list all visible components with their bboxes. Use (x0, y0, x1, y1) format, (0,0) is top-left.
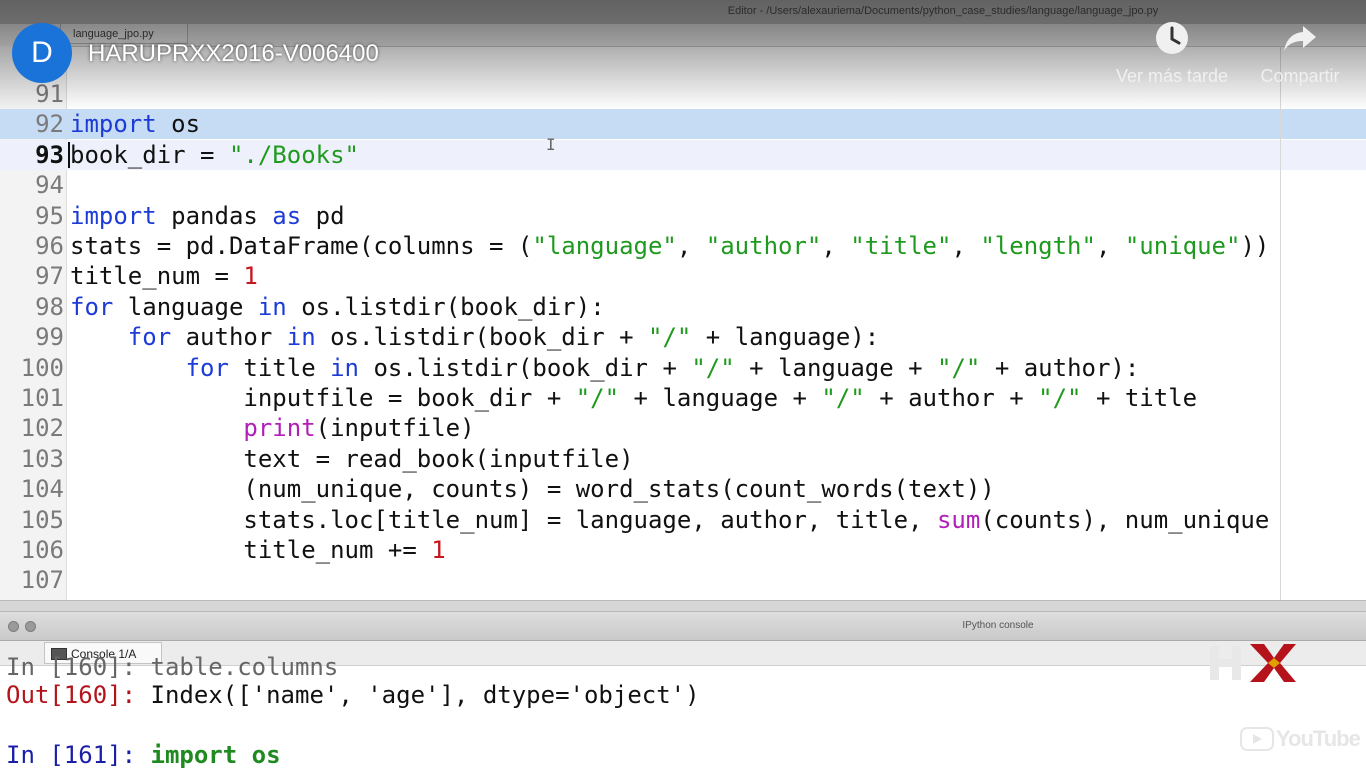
code-line[interactable]: 96 stats = pd.DataFrame(columns = ("langu… (0, 231, 1366, 261)
line-number: 96 (35, 232, 64, 260)
out-text: Index(['name', 'age'], dtype='object') (136, 681, 700, 709)
console-input-line[interactable]: In [161]: import os (6, 740, 281, 768)
watch-later-label: Ver más tarde (1115, 66, 1229, 86)
code-line[interactable]: 93 book_dir = "./Books" (0, 139, 1366, 170)
console-window-title: IPython console (962, 620, 1034, 631)
line-number: 100 (20, 353, 64, 382)
console-output-line: Out[160]: Index(['name', 'age'], dtype='… (6, 680, 700, 710)
line-code[interactable]: title_num = 1 (70, 261, 258, 291)
share-arrow-icon (1284, 26, 1316, 51)
code-line[interactable]: 101 inputfile = book_dir + "/" + languag… (0, 383, 1366, 413)
code-line[interactable]: 107 (0, 565, 1366, 595)
pane-splitter[interactable] (0, 600, 1366, 612)
editor-window-title: Editor - /Users/alexauriema/Documents/py… (727, 5, 1159, 17)
text-caret (68, 142, 70, 168)
code-line[interactable]: 106 title_num += 1 (0, 535, 1366, 565)
line-code[interactable]: stats.loc[title_num] = language, author,… (70, 505, 1269, 535)
code-line[interactable]: 97 title_num = 1 (0, 261, 1366, 291)
line-code[interactable]: import os (70, 109, 200, 139)
line-number: 106 (20, 536, 64, 564)
youtube-logo-text: YouTube (1276, 726, 1361, 751)
line-number: 95 (35, 201, 64, 230)
line-code[interactable]: (num_unique, counts) = word_stats(count_… (70, 474, 994, 504)
code-line[interactable]: 98 for language in os.listdir(book_dir): (0, 292, 1366, 322)
line-number: 99 (35, 323, 64, 352)
line-number: 107 (20, 566, 64, 595)
video-title[interactable]: HARUPRXX2016-V006400 (88, 40, 379, 68)
code-line[interactable]: 105 stats.loc[title_num] = language, aut… (0, 505, 1366, 535)
line-code[interactable]: inputfile = book_dir + "/" + language + … (70, 383, 1197, 413)
code-line[interactable]: 104 (num_unique, counts) = word_stats(co… (0, 474, 1366, 504)
out-prompt: Out[160]: (6, 681, 137, 709)
line-code[interactable]: import pandas as pd (70, 201, 345, 231)
line-number: 93 (35, 140, 64, 169)
console-titlebar: IPython console (0, 612, 1366, 641)
line-code[interactable]: for author in os.listdir(book_dir + "/" … (70, 322, 879, 352)
line-code[interactable]: stats = pd.DataFrame(columns = ("languag… (70, 231, 1269, 261)
youtube-logo: YouTube (1240, 726, 1361, 754)
code-line[interactable]: 95 import pandas as pd (0, 201, 1366, 231)
editor-window: Editor - /Users/alexauriema/Documents/py… (0, 0, 1366, 600)
in-code[interactable]: import os (151, 741, 281, 768)
line-number: 92 (35, 110, 64, 139)
line-number: 102 (20, 414, 64, 443)
code-line[interactable]: 100 for title in os.listdir(book_dir + "… (0, 353, 1366, 383)
line-number: 97 (35, 262, 64, 291)
in-prompt: In [161]: (6, 741, 137, 768)
right-margin-guide (1280, 46, 1281, 600)
clock-icon (1156, 22, 1188, 54)
watch-later-button[interactable]: Ver más tarde (1108, 20, 1236, 87)
channel-avatar[interactable]: D (12, 23, 72, 83)
share-label: Compartir (1260, 66, 1340, 86)
code-line[interactable]: 92 import os (0, 109, 1366, 140)
line-number: 104 (20, 475, 64, 504)
ipython-console-pane: IPython console Console 1/A In [160]: ta… (0, 612, 1366, 768)
line-code[interactable]: book_dir = "./Books" (70, 140, 359, 170)
youtube-play-icon (1240, 727, 1274, 751)
line-code[interactable]: for language in os.listdir(book_dir): (70, 292, 605, 322)
share-button[interactable]: Compartir (1252, 20, 1348, 87)
code-line[interactable]: 94 (0, 170, 1366, 200)
line-code[interactable]: for title in os.listdir(book_dir + "/" +… (70, 353, 1140, 383)
hx-logo (1210, 644, 1296, 682)
line-number: 98 (35, 292, 64, 321)
line-number: 91 (35, 80, 64, 108)
line-number: 94 (35, 171, 64, 200)
code-line[interactable]: 102 print(inputfile) (0, 413, 1366, 443)
console-partial-line: In [160]: table.columns (6, 653, 339, 681)
line-code[interactable]: text = read_book(inputfile) (70, 444, 633, 474)
line-number: 101 (20, 384, 64, 412)
line-code[interactable]: print(inputfile) (70, 413, 474, 443)
ibeam-cursor-icon: I (546, 135, 556, 154)
line-code[interactable]: title_num += 1 (70, 535, 445, 565)
line-number: 103 (20, 444, 64, 473)
code-line[interactable]: 103 text = read_book(inputfile) (0, 444, 1366, 474)
code-line[interactable]: 99 for author in os.listdir(book_dir + "… (0, 322, 1366, 352)
line-number: 105 (20, 505, 64, 534)
